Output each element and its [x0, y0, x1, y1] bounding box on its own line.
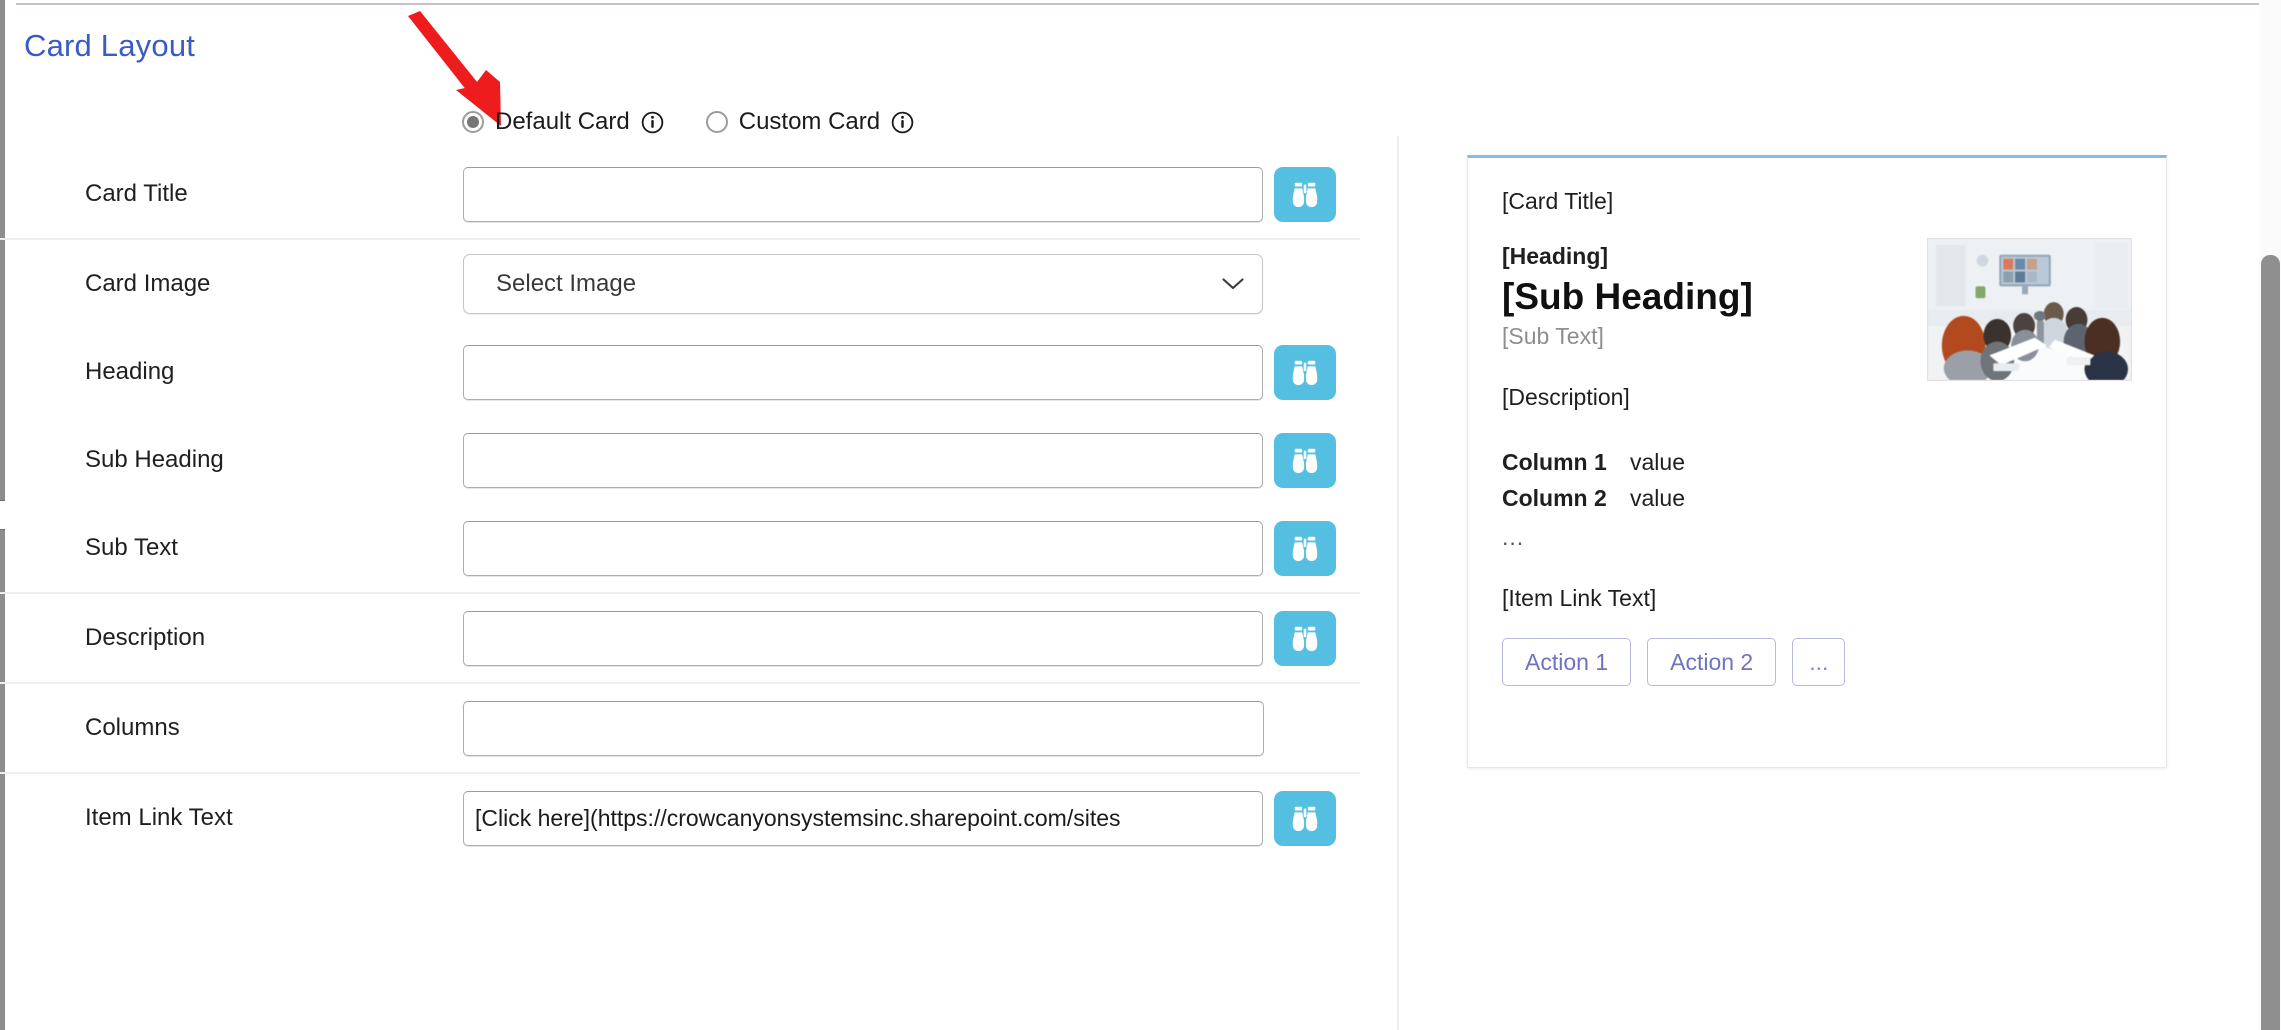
preview-action-more-button[interactable]: ...	[1792, 638, 1846, 687]
form-group-card-content: Card Image Select Image Heading Sub Head…	[0, 238, 1360, 592]
field-label-heading: Heading	[85, 358, 175, 385]
top-divider-rule	[16, 3, 2281, 5]
binoculars-icon	[1292, 626, 1318, 652]
preview-column-name: Column 1	[1502, 449, 1607, 476]
page-title: Card Layout	[24, 28, 196, 63]
preview-column-value: value	[1630, 449, 1685, 476]
card-title-picker-button[interactable]	[1274, 166, 1336, 222]
pane-divider	[1397, 136, 1399, 1030]
form-row-sub-text: Sub Text	[0, 504, 1360, 592]
card-preview-image	[1927, 238, 2132, 381]
item-link-text-input[interactable]: [Click here](https://crowcanyonsystemsin…	[463, 790, 1263, 846]
form-group-card-title: Card Title	[0, 150, 1360, 238]
preview-columns-more-indicator: ...	[1502, 524, 1525, 551]
heading-input[interactable]	[463, 344, 1263, 400]
form-group-item-link-text: Item Link Text [Click here](https://crow…	[0, 772, 1360, 862]
field-label-card-title: Card Title	[85, 180, 188, 207]
sub-text-picker-button[interactable]	[1274, 520, 1336, 576]
field-label-description: Description	[85, 624, 206, 651]
description-input[interactable]	[463, 610, 1263, 666]
info-circle-icon[interactable]	[641, 111, 664, 134]
radio-option-default-card[interactable]: Default Card	[462, 108, 664, 136]
form-row-columns: Columns	[0, 684, 1360, 772]
preview-column-name: Column 2	[1502, 484, 1607, 511]
card-layout-form: Card Title Card Image Select Image Headi…	[0, 150, 1360, 862]
field-label-item-link-text: Item Link Text	[85, 804, 233, 831]
vertical-scrollbar-thumb[interactable]	[2261, 255, 2280, 1030]
vertical-scrollbar-track[interactable]	[2259, 0, 2281, 1030]
sub-text-input[interactable]	[463, 520, 1263, 576]
preview-column-value: value	[1630, 484, 1685, 511]
form-group-description: Description	[0, 592, 1360, 682]
info-circle-icon[interactable]	[891, 111, 914, 134]
form-row-card-title: Card Title	[0, 150, 1360, 238]
binoculars-icon	[1292, 806, 1318, 832]
description-picker-button[interactable]	[1274, 610, 1336, 666]
radio-indicator-custom-card[interactable]	[705, 111, 728, 133]
binoculars-icon	[1292, 536, 1318, 562]
radio-label-default-card: Default Card	[495, 108, 630, 135]
preview-description: [Description]	[1502, 384, 1630, 411]
form-row-heading: Heading	[0, 328, 1360, 416]
field-label-card-image: Card Image	[85, 270, 211, 297]
binoculars-icon	[1292, 448, 1318, 474]
card-title-input[interactable]	[463, 166, 1263, 222]
heading-picker-button[interactable]	[1274, 344, 1336, 400]
form-row-card-image: Card Image Select Image	[0, 240, 1360, 328]
form-group-columns: Columns	[0, 682, 1360, 772]
radio-indicator-default-card[interactable]	[462, 111, 484, 133]
meeting-room-photo-icon	[1928, 239, 2131, 380]
item-link-text-value: [Click here](https://crowcanyonsystemsin…	[475, 804, 1121, 831]
columns-input[interactable]	[463, 700, 1264, 756]
form-row-description: Description	[0, 594, 1360, 682]
binoculars-icon	[1292, 182, 1318, 208]
radio-label-custom-card: Custom Card	[738, 108, 881, 135]
field-label-sub-heading: Sub Heading	[85, 446, 224, 473]
field-label-columns: Columns	[85, 714, 180, 741]
preview-column-row: Column 2 value	[1502, 481, 2132, 517]
sub-heading-input[interactable]	[463, 432, 1263, 488]
preview-column-row: Column 1 value	[1502, 445, 2132, 481]
card-image-selected-value: Select Image	[496, 270, 637, 297]
preview-action-2-button[interactable]: Action 2	[1647, 638, 1777, 687]
preview-columns-list: Column 1 value Column 2 value ...	[1502, 445, 2132, 551]
chevron-down-icon	[1222, 278, 1244, 290]
radio-option-custom-card[interactable]: Custom Card	[705, 108, 914, 136]
preview-action-buttons: Action 1 Action 2 ...	[1502, 638, 2132, 687]
form-row-item-link-text: Item Link Text [Click here](https://crow…	[0, 774, 1360, 862]
field-label-sub-text: Sub Text	[85, 534, 178, 561]
preview-card-title: [Card Title]	[1502, 188, 1614, 214]
preview-item-link-text: [Item Link Text]	[1502, 585, 1657, 612]
card-preview: [Card Title] [Heading] [Sub Heading] [Su…	[1467, 155, 2167, 768]
sub-heading-picker-button[interactable]	[1274, 432, 1336, 488]
item-link-text-picker-button[interactable]	[1274, 790, 1336, 846]
card-image-select[interactable]: Select Image	[463, 254, 1263, 314]
form-row-sub-heading: Sub Heading	[0, 416, 1360, 504]
card-layout-mode-group: Default Card Custom Card	[462, 108, 914, 136]
binoculars-icon	[1292, 360, 1318, 386]
preview-action-1-button[interactable]: Action 1	[1502, 638, 1632, 687]
